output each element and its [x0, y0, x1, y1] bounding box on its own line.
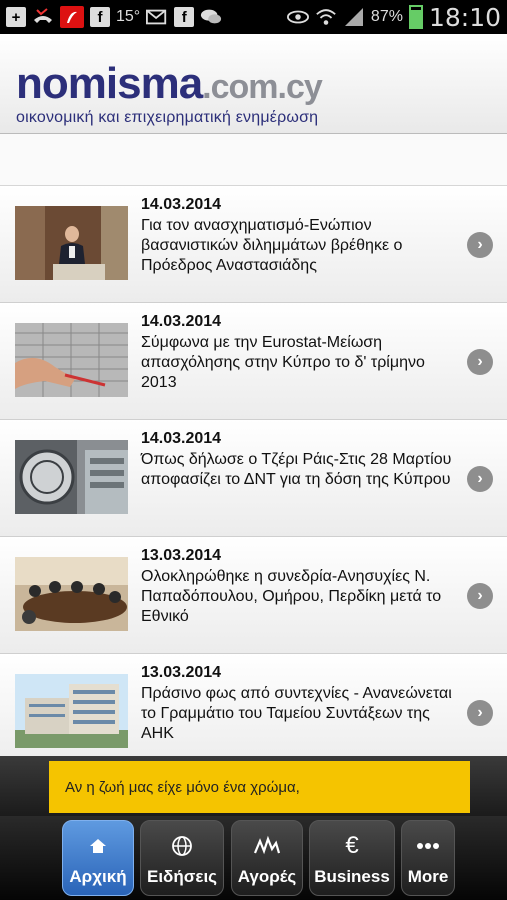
article-date: 13.03.2014 [141, 664, 222, 681]
tab-markets[interactable]: Αγορές [231, 820, 303, 896]
chart-icon [254, 833, 280, 859]
site-header: nomisma.com.cy οικονομική και επιχειρημα… [0, 34, 507, 134]
missed-call-icon [32, 6, 54, 28]
article-title: Για τον ανασχηματισμό-Ενώπιον βασανιστικ… [141, 217, 403, 274]
tab-label: Business [314, 867, 390, 886]
battery-icon [408, 5, 423, 29]
logo-name: nomisma [16, 59, 203, 108]
chevron-right-icon[interactable]: › [467, 466, 493, 492]
facebook-icon: f [90, 7, 110, 27]
chevron-right-icon[interactable]: › [467, 583, 493, 609]
clock: 18:10 [428, 2, 501, 32]
ad-text: Αν η ζωή μας είχε μόνο ένα χρώμα, [65, 778, 300, 796]
tab-label: Αρχική [69, 867, 127, 886]
add-icon: + [6, 7, 26, 27]
logo-domain: .com.cy [202, 68, 323, 106]
globe-icon [169, 833, 195, 859]
article-thumbnail [15, 323, 128, 397]
article-item[interactable]: 14.03.2014 Σύμφωνα με την Eurostat-Μείωσ… [0, 303, 507, 420]
ad-bar: Αν η ζωή μας είχε μόνο ένα χρώμα, [0, 756, 507, 816]
tab-label: Ειδήσεις [146, 867, 218, 886]
tab-business[interactable]: € Business [309, 820, 395, 896]
article-title: Ολοκληρώθηκε η συνεδρία-Ανησυχίες Ν. Παπ… [141, 568, 442, 625]
article-date: 14.03.2014 [141, 430, 222, 447]
logo-tagline: οικονομική και επιχειρηματική ενημέρωση [16, 109, 319, 126]
status-bar: + f 15° f 87% 18:10 [0, 0, 507, 34]
chevron-right-icon[interactable]: › [467, 349, 493, 375]
app-icon [60, 6, 84, 28]
article-item[interactable]: 13.03.2014 Πράσινο φως από συντεχνίες - … [0, 654, 507, 756]
tab-more[interactable]: More [401, 820, 455, 896]
tab-home[interactable]: Αρχική [62, 820, 134, 896]
ad-banner[interactable]: Αν η ζωή μας είχε μόνο ένα χρώμα, [49, 761, 470, 813]
article-item[interactable]: 13.03.2014 Ολοκληρώθηκε η συνεδρία-Ανησυ… [0, 537, 507, 654]
article-thumbnail [15, 440, 128, 514]
bottom-nav: Αρχική Ειδήσεις Αγορές € Business More [0, 816, 507, 900]
article-title: Σύμφωνα με την Eurostat-Μείωση απασχόλησ… [141, 334, 425, 391]
more-icon [415, 833, 441, 859]
article-thumbnail [15, 206, 128, 280]
article-item[interactable]: 14.03.2014 Για τον ανασχηματισμό-Ενώπιον… [0, 186, 507, 303]
article-title: Όπως δήλωσε ο Τζέρι Ράις-Στις 28 Μαρτίου… [141, 451, 452, 488]
article-item[interactable]: 14.03.2014 Όπως δήλωσε ο Τζέρι Ράις-Στις… [0, 420, 507, 537]
article-thumbnail [15, 557, 128, 631]
battery-percent: 87% [370, 8, 403, 25]
article-thumbnail [15, 674, 128, 748]
euro-icon: € [345, 832, 359, 859]
tab-label: More [407, 867, 449, 886]
article-title: Πράσινο φως από συντεχνίες - Ανανεώνεται… [141, 685, 452, 742]
eye-icon [286, 6, 309, 28]
article-list: 14.03.2014 Για τον ανασχηματισμό-Ενώπιον… [0, 186, 507, 756]
chevron-right-icon[interactable]: › [467, 232, 493, 258]
toolbar-strip [0, 134, 507, 186]
article-date: 14.03.2014 [141, 313, 222, 330]
wifi-icon [315, 6, 337, 28]
temperature: 15° [116, 8, 141, 25]
article-date: 13.03.2014 [141, 547, 222, 564]
article-date: 14.03.2014 [141, 196, 222, 213]
tab-news[interactable]: Ειδήσεις [140, 820, 224, 896]
home-icon [85, 833, 111, 859]
signal-icon [343, 6, 365, 28]
tab-label: Αγορές [237, 867, 297, 886]
chat-icon [200, 6, 222, 28]
chevron-right-icon[interactable]: › [467, 700, 493, 726]
email-icon [146, 6, 168, 28]
facebook-icon: f [174, 7, 195, 27]
site-logo[interactable]: nomisma.com.cy οικονομική και επιχειρημα… [16, 59, 323, 127]
